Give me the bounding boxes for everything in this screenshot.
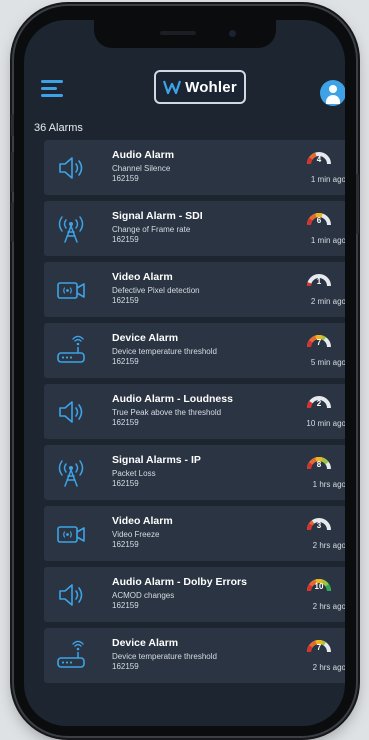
alarm-time: 2 min ago bbox=[310, 297, 345, 306]
video-camera-icon bbox=[54, 517, 88, 551]
alarm-title: Signal Alarm - SDI bbox=[112, 210, 203, 222]
router-icon bbox=[54, 334, 88, 368]
speaker-icon bbox=[54, 578, 88, 612]
alarm-code: 162159 bbox=[112, 235, 139, 244]
speaker-icon bbox=[54, 395, 88, 429]
speaker-grille bbox=[160, 31, 196, 35]
alarm-description: True Peak above the threshold bbox=[112, 408, 222, 417]
alarm-card[interactable]: Signal Alarms - IP Packet Loss 162159 8 1 hr… bbox=[44, 445, 345, 500]
alarm-time: 10 min ago bbox=[306, 419, 345, 428]
alarm-card[interactable]: Signal Alarm - SDI Change of Frame rate 16… bbox=[44, 201, 345, 256]
router-icon bbox=[54, 639, 88, 673]
alarm-time: 1 min ago bbox=[310, 175, 345, 184]
alarm-time: 2 hrs ago bbox=[312, 663, 345, 672]
app-header: Wohler bbox=[24, 70, 345, 110]
alarm-time: 1 min ago bbox=[310, 236, 345, 245]
severity-value: 7 bbox=[316, 338, 322, 347]
alarm-time: 1 hrs ago bbox=[312, 480, 345, 489]
alarm-card[interactable]: Audio Alarm - Loudness True Peak above th… bbox=[44, 384, 345, 439]
user-avatar-icon[interactable] bbox=[320, 80, 345, 106]
alarm-code: 162159 bbox=[112, 662, 139, 671]
alarm-code: 162159 bbox=[112, 357, 139, 366]
alarm-code: 162159 bbox=[112, 601, 139, 610]
severity-value: 4 bbox=[316, 155, 322, 164]
alarm-description: Packet Loss bbox=[112, 469, 156, 478]
alarm-description: Channel Silence bbox=[112, 164, 171, 173]
severity-gauge: 7 bbox=[306, 637, 332, 659]
alarm-title: Signal Alarms - IP bbox=[112, 454, 201, 466]
severity-value: 2 bbox=[316, 399, 322, 408]
alarm-description: Defective Pixel detection bbox=[112, 286, 200, 295]
severity-gauge: 2 bbox=[306, 393, 332, 415]
signal-tower-icon bbox=[54, 212, 88, 246]
alarm-title: Video Alarm bbox=[112, 271, 173, 283]
wohler-w-icon bbox=[163, 80, 182, 95]
alarm-title: Audio Alarm bbox=[112, 149, 175, 161]
alarm-card[interactable]: Device Alarm Device temperature threshold… bbox=[44, 323, 345, 378]
alarm-title: Device Alarm bbox=[112, 332, 179, 344]
signal-tower-icon bbox=[54, 456, 88, 490]
hamburger-menu-icon[interactable] bbox=[41, 80, 63, 98]
alarm-time: 2 hrs ago bbox=[312, 602, 345, 611]
alarm-code: 162159 bbox=[112, 540, 139, 549]
alarm-title: Audio Alarm - Dolby Errors bbox=[112, 576, 247, 588]
alarm-code: 162159 bbox=[112, 418, 139, 427]
severity-gauge: 3 bbox=[306, 515, 332, 537]
severity-gauge: 4 bbox=[306, 149, 332, 171]
alarm-code: 162159 bbox=[112, 174, 139, 183]
notch bbox=[94, 20, 276, 48]
alarm-code: 162159 bbox=[112, 479, 139, 488]
volume-down-button bbox=[11, 202, 14, 242]
severity-value: 8 bbox=[316, 460, 322, 469]
severity-gauge: 8 bbox=[306, 454, 332, 476]
alarm-count: 36 Alarms bbox=[34, 122, 83, 134]
alarm-card[interactable]: Audio Alarm - Dolby Errors ACMOD changes 1… bbox=[44, 567, 345, 622]
severity-value: 10 bbox=[314, 582, 324, 591]
severity-value: 3 bbox=[316, 521, 322, 530]
power-button bbox=[356, 174, 359, 234]
severity-value: 6 bbox=[316, 216, 322, 225]
alarm-description: Change of Frame rate bbox=[112, 225, 191, 234]
video-camera-icon bbox=[54, 273, 88, 307]
alarm-time: 2 hrs ago bbox=[312, 541, 345, 550]
alarm-description: Video Freeze bbox=[112, 530, 160, 539]
alarm-card[interactable]: Audio Alarm Channel Silence 162159 4 1 min a… bbox=[44, 140, 345, 195]
volume-up-button bbox=[11, 152, 14, 192]
silent-switch bbox=[11, 114, 14, 136]
front-camera bbox=[229, 30, 236, 37]
severity-value: 1 bbox=[316, 277, 322, 286]
severity-gauge: 10 bbox=[306, 576, 332, 598]
alarm-time: 5 min ago bbox=[310, 358, 345, 367]
alarm-card[interactable]: Device Alarm Device temperature threshold… bbox=[44, 628, 345, 683]
logo-text: Wohler bbox=[185, 78, 237, 96]
alarm-description: Device temperature threshold bbox=[112, 347, 217, 356]
severity-gauge: 7 bbox=[306, 332, 332, 354]
alarm-list: Audio Alarm Channel Silence 162159 4 1 min a… bbox=[44, 140, 345, 689]
alarm-title: Device Alarm bbox=[112, 637, 179, 649]
alarm-title: Audio Alarm - Loudness bbox=[112, 393, 233, 405]
alarm-description: ACMOD changes bbox=[112, 591, 175, 600]
severity-gauge: 1 bbox=[306, 271, 332, 293]
alarm-title: Video Alarm bbox=[112, 515, 173, 527]
alarm-description: Device temperature threshold bbox=[112, 652, 217, 661]
alarm-card[interactable]: Video Alarm Video Freeze 162159 3 2 hrs ago bbox=[44, 506, 345, 561]
severity-gauge: 6 bbox=[306, 210, 332, 232]
speaker-icon bbox=[54, 151, 88, 185]
alarm-card[interactable]: Video Alarm Defective Pixel detection 1621… bbox=[44, 262, 345, 317]
severity-value: 7 bbox=[316, 643, 322, 652]
app-screen: Wohler 36 Alarms Audio Alarm Channel Sile… bbox=[24, 20, 345, 726]
wohler-logo: Wohler bbox=[154, 70, 246, 104]
alarm-code: 162159 bbox=[112, 296, 139, 305]
